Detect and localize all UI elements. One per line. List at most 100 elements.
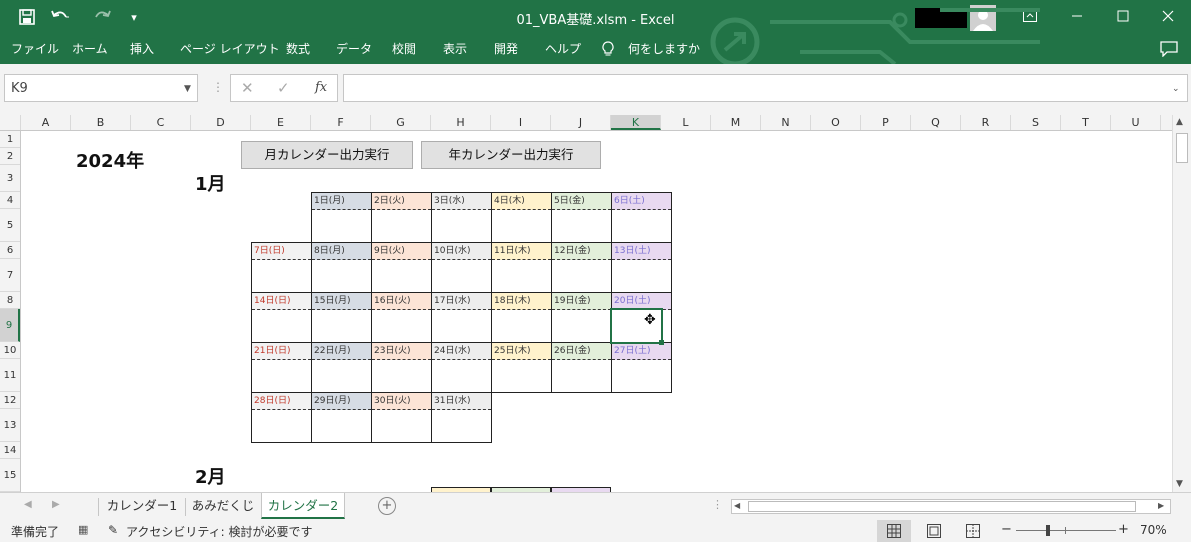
- tab-formulas[interactable]: 数式: [286, 40, 310, 57]
- calendar-day-cell[interactable]: 6日(土): [611, 192, 672, 243]
- row-header-15[interactable]: 15: [0, 459, 20, 492]
- tab-review[interactable]: 校閲: [392, 40, 416, 57]
- zoom-in-icon[interactable]: +: [1118, 522, 1129, 537]
- close-icon[interactable]: [1145, 4, 1191, 28]
- fill-handle[interactable]: [659, 340, 664, 345]
- calendar-day-cell[interactable]: 9日(火): [371, 242, 432, 293]
- cancel-icon[interactable]: ✕: [241, 79, 254, 97]
- sheet-tab-calendar1[interactable]: カレンダー1: [102, 493, 182, 519]
- row-header-12[interactable]: 12: [0, 392, 20, 409]
- column-header-o[interactable]: O: [811, 115, 861, 130]
- calendar-day-cell[interactable]: 5日(金): [551, 192, 612, 243]
- calendar-day-cell[interactable]: 4日(木): [491, 192, 552, 243]
- row-header-1[interactable]: 1: [0, 131, 20, 148]
- calendar-day-cell[interactable]: 12日(金): [551, 242, 612, 293]
- column-header-f[interactable]: F: [311, 115, 371, 130]
- zoom-out-icon[interactable]: −: [1001, 522, 1012, 537]
- column-header-e[interactable]: E: [251, 115, 311, 130]
- calendar-day-cell[interactable]: 18日(木): [491, 292, 552, 343]
- name-box[interactable]: K9: [4, 74, 198, 102]
- row-header-13[interactable]: 13: [0, 409, 20, 442]
- calendar-day-cell[interactable]: 28日(日): [251, 392, 312, 443]
- page-layout-view-icon[interactable]: [927, 524, 941, 541]
- row-header-6[interactable]: 6: [0, 242, 20, 259]
- row-header-2[interactable]: 2: [0, 148, 20, 165]
- scroll-right-icon[interactable]: ▶: [1158, 501, 1164, 510]
- tab-file[interactable]: ファイル: [11, 40, 59, 57]
- minimize-icon[interactable]: [1054, 4, 1100, 28]
- tab-scroll-left-icon[interactable]: ◀: [24, 499, 32, 510]
- tab-help[interactable]: ヘルプ: [545, 40, 581, 57]
- calendar-day-cell[interactable]: 14日(日): [251, 292, 312, 343]
- row-header-4[interactable]: 4: [0, 192, 20, 209]
- horizontal-scroll-thumb[interactable]: [748, 501, 1136, 512]
- tab-developer[interactable]: 開発: [494, 40, 518, 57]
- row-header-10[interactable]: 10: [0, 342, 20, 359]
- formula-input[interactable]: [343, 74, 1188, 102]
- column-header-m[interactable]: M: [711, 115, 761, 130]
- maximize-icon[interactable]: [1100, 4, 1146, 28]
- tab-home[interactable]: ホーム: [72, 40, 108, 57]
- scroll-up-icon[interactable]: ▲: [1176, 117, 1183, 127]
- calendar-day-cell[interactable]: 3日(水): [431, 192, 492, 243]
- calendar-day-cell[interactable]: 21日(日): [251, 342, 312, 393]
- expand-formula-icon[interactable]: ⌄: [1172, 84, 1180, 94]
- row-header-7[interactable]: 7: [0, 259, 20, 292]
- column-header-l[interactable]: L: [661, 115, 711, 130]
- row-header-9[interactable]: 9: [0, 309, 20, 342]
- column-header-h[interactable]: H: [431, 115, 491, 130]
- column-header-u[interactable]: U: [1111, 115, 1161, 130]
- calendar-day-cell[interactable]: 29日(月): [311, 392, 372, 443]
- comments-icon[interactable]: [1160, 41, 1178, 60]
- column-header-r[interactable]: R: [961, 115, 1011, 130]
- column-header-i[interactable]: I: [491, 115, 551, 130]
- row-header-8[interactable]: 8: [0, 292, 20, 309]
- row-header-5[interactable]: 5: [0, 209, 20, 242]
- scroll-down-icon[interactable]: ▼: [1176, 479, 1183, 489]
- name-box-dropdown-icon[interactable]: ▼: [184, 84, 191, 94]
- column-header-s[interactable]: S: [1011, 115, 1061, 130]
- worksheet-grid[interactable]: 2024年 月カレンダー出力実行 年カレンダー出力実行 1月 2月 1日(月) 2…: [21, 131, 1172, 492]
- column-header-b[interactable]: B: [71, 115, 131, 130]
- vertical-scrollbar[interactable]: ▲ ▼: [1172, 115, 1191, 492]
- calendar-day-cell[interactable]: 17日(水): [431, 292, 492, 343]
- column-header-g[interactable]: G: [371, 115, 431, 130]
- calendar-day-cell[interactable]: 25日(木): [491, 342, 552, 393]
- calendar-day-cell[interactable]: 31日(水): [431, 392, 492, 443]
- calendar-day-cell[interactable]: 27日(土): [611, 342, 672, 393]
- row-header-3[interactable]: 3: [0, 165, 20, 192]
- accessibility-icon[interactable]: ✎: [108, 523, 118, 537]
- calendar-day-cell[interactable]: 13日(土): [611, 242, 672, 293]
- macro-record-icon[interactable]: ▦: [78, 523, 88, 536]
- select-all-corner[interactable]: [0, 115, 21, 130]
- page-break-view-icon[interactable]: [966, 524, 980, 541]
- sheet-tab-calendar2[interactable]: カレンダー2: [261, 493, 345, 519]
- zoom-slider-thumb[interactable]: [1046, 525, 1050, 536]
- tab-page-layout[interactable]: ページ レイアウト: [180, 40, 280, 57]
- insert-function-icon[interactable]: fx: [315, 80, 327, 95]
- tab-insert[interactable]: 挿入: [130, 40, 154, 57]
- calendar-day-cell[interactable]: 30日(火): [371, 392, 432, 443]
- column-header-d[interactable]: D: [191, 115, 251, 130]
- horizontal-scrollbar[interactable]: ◀ ▶: [731, 499, 1171, 514]
- calendar-day-cell[interactable]: 8日(月): [311, 242, 372, 293]
- column-header-q[interactable]: Q: [911, 115, 961, 130]
- column-header-n[interactable]: N: [761, 115, 811, 130]
- calendar-day-cell[interactable]: 23日(火): [371, 342, 432, 393]
- enter-icon[interactable]: ✓: [277, 79, 290, 97]
- calendar-day-cell[interactable]: 1日(月): [311, 192, 372, 243]
- column-header-k[interactable]: K: [611, 115, 661, 130]
- calendar-day-cell[interactable]: 10日(水): [431, 242, 492, 293]
- splitter-grip-icon[interactable]: ⋮: [712, 498, 723, 511]
- column-header-p[interactable]: P: [861, 115, 911, 130]
- calendar-day-cell[interactable]: 2日(火): [371, 192, 432, 243]
- scroll-left-icon[interactable]: ◀: [734, 501, 740, 510]
- calendar-day-cell[interactable]: 16日(火): [371, 292, 432, 343]
- row-header-14[interactable]: 14: [0, 442, 20, 459]
- column-header-j[interactable]: J: [551, 115, 611, 130]
- normal-view-icon[interactable]: [877, 520, 911, 542]
- calendar-day-cell[interactable]: 26日(金): [551, 342, 612, 393]
- calendar-day-cell[interactable]: 24日(水): [431, 342, 492, 393]
- column-header-a[interactable]: A: [21, 115, 71, 130]
- calendar-day-cell[interactable]: 22日(月): [311, 342, 372, 393]
